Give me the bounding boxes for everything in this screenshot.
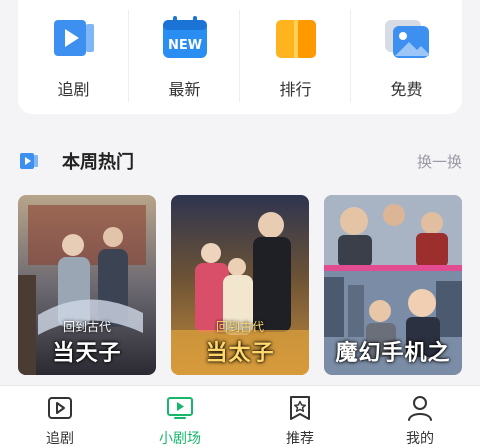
hot-video-icon: [18, 150, 40, 172]
poster-list: 回到古代 当天子 回到古代 当太子 魔幻手机之: [18, 195, 462, 385]
tab-label: 推荐: [286, 431, 314, 447]
poster-card[interactable]: 魔幻手机之: [324, 195, 462, 375]
quick-nav-label: 最新: [168, 80, 201, 99]
bottom-tab-bar: 追剧 小剧场 推荐 我的: [0, 385, 480, 448]
tab-mine[interactable]: 我的: [360, 386, 480, 448]
star-bookmark-icon: [286, 394, 314, 422]
quick-nav-card: 追剧 NEW 最新 排行 免费: [18, 0, 462, 114]
poster-card[interactable]: 回到古代 当太子: [171, 195, 309, 375]
play-box-icon: [46, 394, 74, 422]
free-picture-icon: [383, 14, 431, 62]
tab-label: 追剧: [46, 431, 74, 447]
quick-nav-label: 排行: [279, 80, 312, 99]
poster-card[interactable]: 回到古代 当天子: [18, 195, 156, 375]
poster-title: 当太子: [205, 341, 275, 366]
svg-text:NEW: NEW: [167, 38, 201, 53]
quick-nav-label: 追剧: [57, 80, 90, 99]
poster-title: 当天子: [52, 341, 122, 366]
tab-theater[interactable]: 小剧场: [120, 386, 240, 448]
quick-nav-free[interactable]: 免费: [351, 0, 462, 114]
tab-label: 我的: [406, 431, 434, 447]
video-play-icon: [50, 14, 98, 62]
section-header: 本周热门 换一换: [18, 142, 462, 180]
ranking-icon: [272, 14, 320, 62]
quick-nav-ranking[interactable]: 排行: [240, 0, 351, 114]
quick-nav-latest[interactable]: NEW 最新: [129, 0, 240, 114]
new-badge-icon: NEW: [161, 14, 209, 62]
quick-nav-follow[interactable]: 追剧: [18, 0, 129, 114]
refresh-button[interactable]: 换一换: [417, 151, 462, 172]
user-icon: [406, 394, 434, 422]
quick-nav-label: 免费: [390, 80, 423, 99]
tab-follow[interactable]: 追剧: [0, 386, 120, 448]
tab-recommend[interactable]: 推荐: [240, 386, 360, 448]
poster-title: 魔幻手机之: [335, 341, 451, 366]
tv-play-icon: [166, 394, 194, 422]
tab-label: 小剧场: [159, 431, 201, 447]
poster-subtitle: 回到古代: [215, 320, 264, 334]
poster-subtitle: 回到古代: [62, 320, 111, 334]
section-title: 本周热门: [62, 152, 134, 173]
